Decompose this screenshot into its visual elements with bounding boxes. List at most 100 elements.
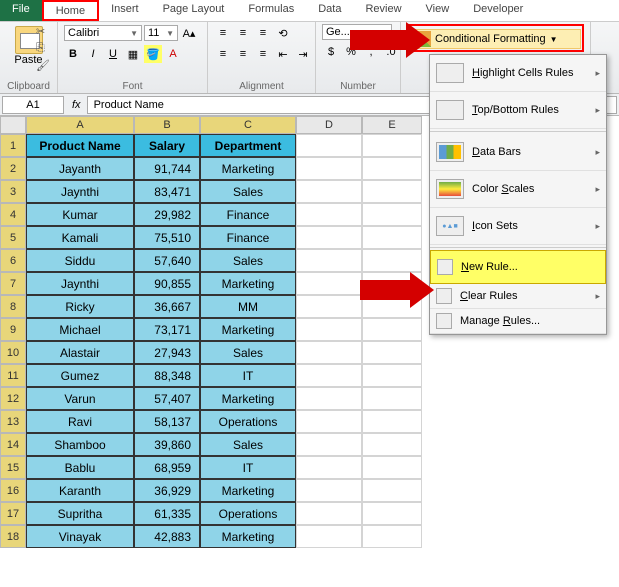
empty-cell[interactable] — [296, 180, 362, 203]
data-cell[interactable]: 68,959 — [134, 456, 200, 479]
empty-cell[interactable] — [296, 410, 362, 433]
data-cell[interactable]: 88,348 — [134, 364, 200, 387]
empty-cell[interactable] — [362, 134, 422, 157]
font-size-combo[interactable]: 11▼ — [144, 25, 178, 41]
col-header[interactable]: E — [362, 116, 422, 134]
empty-cell[interactable] — [362, 341, 422, 364]
empty-cell[interactable] — [362, 180, 422, 203]
border-button[interactable]: ▦ — [124, 45, 142, 63]
empty-cell[interactable] — [296, 502, 362, 525]
row-header[interactable]: 12 — [0, 387, 26, 410]
empty-cell[interactable] — [362, 226, 422, 249]
menu-clear-rules[interactable]: Clear Rules▸ — [430, 284, 606, 309]
menu-color-scales[interactable]: Color Scales▸ — [430, 171, 606, 208]
data-cell[interactable]: Supritha — [26, 502, 134, 525]
data-cell[interactable]: Karanth — [26, 479, 134, 502]
tab-developer[interactable]: Developer — [461, 0, 535, 21]
empty-cell[interactable] — [296, 387, 362, 410]
italic-button[interactable]: I — [84, 45, 102, 63]
align-mid-icon[interactable]: ≡ — [234, 24, 252, 42]
bold-button[interactable]: B — [64, 45, 82, 63]
data-cell[interactable]: Sales — [200, 249, 296, 272]
row-header[interactable]: 3 — [0, 180, 26, 203]
empty-cell[interactable] — [362, 387, 422, 410]
data-cell[interactable]: Jaynthi — [26, 272, 134, 295]
data-cell[interactable]: 61,335 — [134, 502, 200, 525]
row-header[interactable]: 8 — [0, 295, 26, 318]
col-header[interactable]: A — [26, 116, 134, 134]
data-cell[interactable]: 57,407 — [134, 387, 200, 410]
align-center-icon[interactable]: ≡ — [234, 45, 252, 63]
currency-icon[interactable]: $ — [322, 43, 340, 61]
format-painter-icon[interactable]: 🖌 — [36, 59, 50, 73]
tab-formulas[interactable]: Formulas — [236, 0, 306, 21]
row-header[interactable]: 10 — [0, 341, 26, 364]
empty-cell[interactable] — [362, 318, 422, 341]
data-cell[interactable]: Vinayak — [26, 525, 134, 548]
row-header[interactable]: 9 — [0, 318, 26, 341]
data-cell[interactable]: IT — [200, 456, 296, 479]
menu-manage-rules[interactable]: Manage Rules... — [430, 309, 606, 334]
font-color-button[interactable]: A — [164, 45, 182, 63]
row-header[interactable]: 6 — [0, 249, 26, 272]
fill-color-button[interactable]: 🪣 — [144, 45, 162, 63]
cut-icon[interactable]: ✂ — [36, 25, 50, 39]
data-cell[interactable]: IT — [200, 364, 296, 387]
copy-icon[interactable]: ⎘ — [36, 42, 50, 56]
data-cell[interactable]: 27,943 — [134, 341, 200, 364]
data-cell[interactable]: 57,640 — [134, 249, 200, 272]
data-cell[interactable]: 42,883 — [134, 525, 200, 548]
empty-cell[interactable] — [296, 456, 362, 479]
data-cell[interactable]: 36,929 — [134, 479, 200, 502]
empty-cell[interactable] — [296, 249, 362, 272]
data-cell[interactable]: Ravi — [26, 410, 134, 433]
data-cell[interactable]: Marketing — [200, 318, 296, 341]
data-cell[interactable]: 73,171 — [134, 318, 200, 341]
tab-review[interactable]: Review — [353, 0, 413, 21]
data-cell[interactable]: 58,137 — [134, 410, 200, 433]
data-cell[interactable]: Kumar — [26, 203, 134, 226]
data-cell[interactable]: Varun — [26, 387, 134, 410]
data-cell[interactable]: 29,982 — [134, 203, 200, 226]
row-header[interactable]: 17 — [0, 502, 26, 525]
data-cell[interactable]: Jayanth — [26, 157, 134, 180]
data-cell[interactable]: 36,667 — [134, 295, 200, 318]
conditional-formatting-button[interactable]: Conditional Formatting ▼ — [410, 29, 581, 49]
menu-top-bottom[interactable]: Top/Bottom Rules▸ — [430, 92, 606, 129]
menu-icon-sets[interactable]: Icon Sets▸ — [430, 208, 606, 245]
menu-data-bars[interactable]: Data Bars▸ — [430, 134, 606, 171]
empty-cell[interactable] — [362, 456, 422, 479]
data-cell[interactable]: Siddu — [26, 249, 134, 272]
data-cell[interactable]: Michael — [26, 318, 134, 341]
table-header[interactable]: Product Name — [26, 134, 134, 157]
empty-cell[interactable] — [296, 272, 362, 295]
row-header[interactable]: 16 — [0, 479, 26, 502]
table-header[interactable]: Salary — [134, 134, 200, 157]
orientation-icon[interactable]: ⟲ — [274, 24, 292, 42]
align-bot-icon[interactable]: ≡ — [254, 24, 272, 42]
align-top-icon[interactable]: ≡ — [214, 24, 232, 42]
row-header[interactable]: 5 — [0, 226, 26, 249]
empty-cell[interactable] — [296, 318, 362, 341]
data-cell[interactable]: Finance — [200, 226, 296, 249]
data-cell[interactable]: MM — [200, 295, 296, 318]
tab-view[interactable]: View — [414, 0, 462, 21]
align-right-icon[interactable]: ≡ — [254, 45, 272, 63]
data-cell[interactable]: Marketing — [200, 525, 296, 548]
empty-cell[interactable] — [296, 226, 362, 249]
row-header[interactable]: 11 — [0, 364, 26, 387]
data-cell[interactable]: 75,510 — [134, 226, 200, 249]
data-cell[interactable]: 91,744 — [134, 157, 200, 180]
empty-cell[interactable] — [296, 341, 362, 364]
empty-cell[interactable] — [296, 203, 362, 226]
empty-cell[interactable] — [362, 479, 422, 502]
align-left-icon[interactable]: ≡ — [214, 45, 232, 63]
select-all-corner[interactable] — [0, 116, 26, 134]
row-header[interactable]: 13 — [0, 410, 26, 433]
col-header[interactable]: B — [134, 116, 200, 134]
menu-highlight-cells[interactable]: Highlight Cells Rules▸ — [430, 55, 606, 92]
data-cell[interactable]: Operations — [200, 502, 296, 525]
indent-dec-icon[interactable]: ⇤ — [274, 45, 292, 63]
name-box[interactable]: A1 — [2, 96, 64, 114]
empty-cell[interactable] — [362, 433, 422, 456]
